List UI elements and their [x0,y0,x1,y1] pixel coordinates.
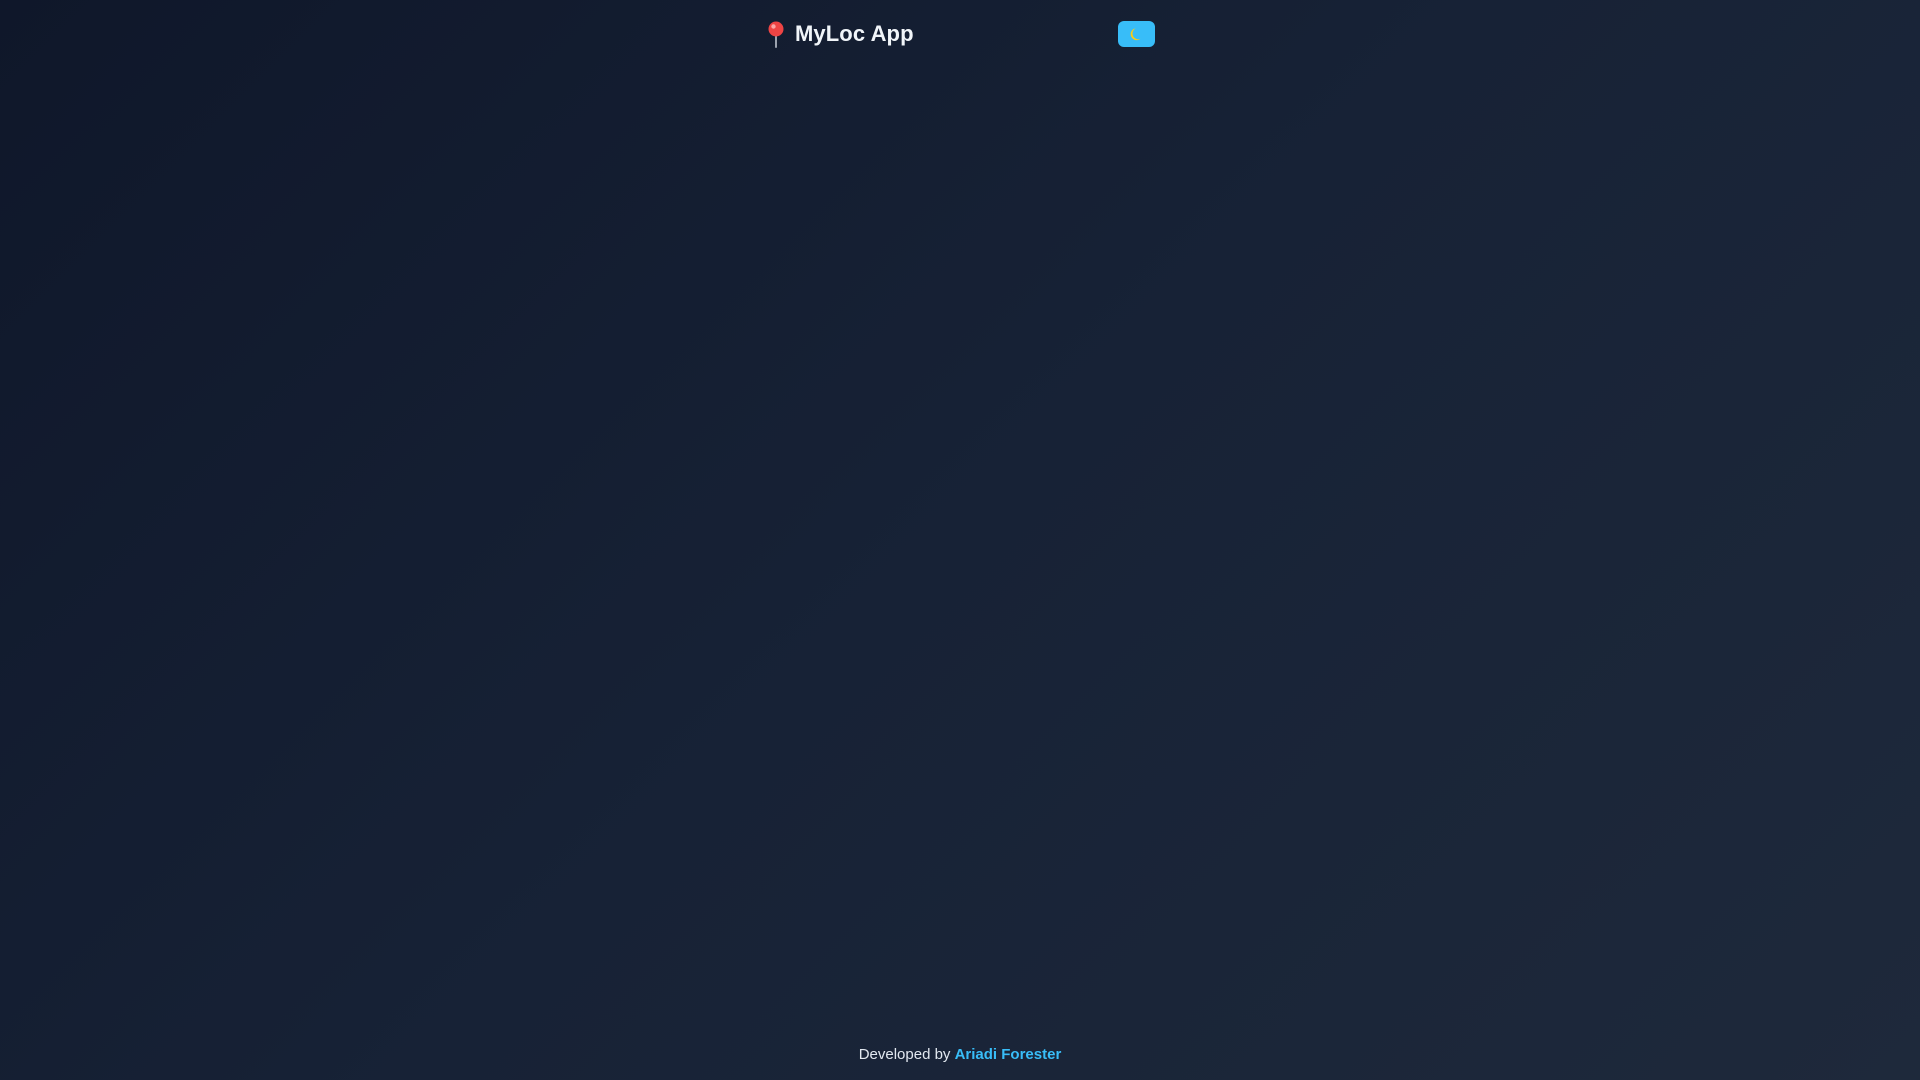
map-pin-icon [765,20,787,48]
footer: Developed by Ariadi Forester [0,1046,1920,1063]
app-header: MyLoc App [0,0,1920,68]
app-title: MyLoc App [795,21,914,46]
app-brand: MyLoc App [765,19,914,49]
footer-prefix: Developed by [858,1046,955,1063]
author-link[interactable]: Ariadi Forester [955,1046,1062,1063]
moon-icon [1129,26,1145,42]
theme-toggle-button[interactable] [1118,21,1155,47]
